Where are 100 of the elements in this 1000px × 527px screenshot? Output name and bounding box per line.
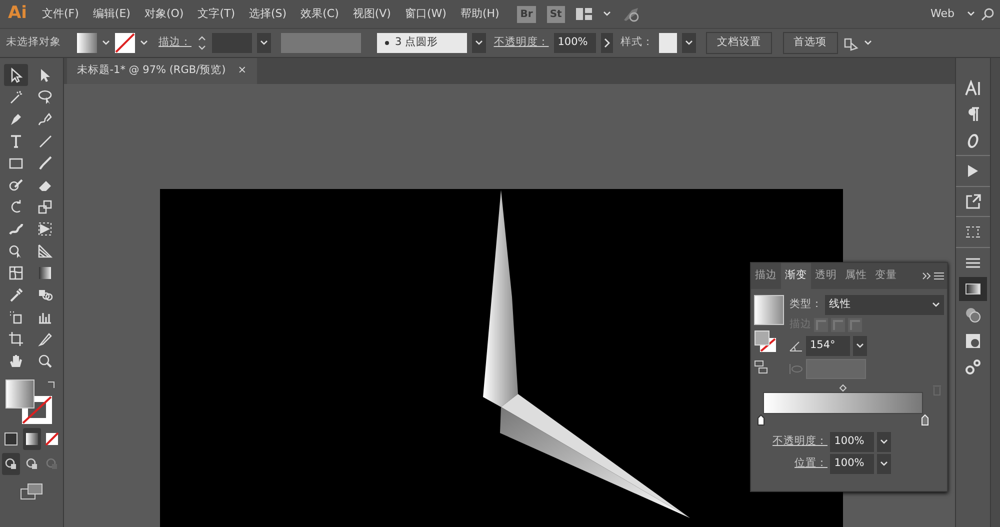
stop-opacity-dropdown[interactable] <box>877 432 891 452</box>
panel-tab[interactable]: 属性 <box>841 263 871 289</box>
chevron-icon[interactable] <box>600 33 613 53</box>
stop-opacity-field[interactable]: 100% <box>830 432 874 452</box>
caret-icon[interactable] <box>967 11 975 17</box>
opacity-label[interactable]: 不透明度： <box>494 35 549 51</box>
gradient-mode-icon <box>24 431 40 448</box>
caret-icon[interactable] <box>880 438 888 444</box>
caret-icon[interactable] <box>475 40 483 46</box>
panel-tab[interactable]: 透明 <box>811 263 841 289</box>
stroke-gradient-icon <box>848 318 862 332</box>
menu-item[interactable]: 帮助(H) <box>453 6 506 22</box>
caret-icon[interactable] <box>602 11 611 17</box>
brush-caret[interactable] <box>472 33 486 53</box>
panel-tab[interactable]: 描边 <box>751 263 781 289</box>
export-icon <box>964 192 982 210</box>
caret-icon[interactable] <box>684 40 692 46</box>
stop-location-field[interactable]: 100% <box>830 454 874 474</box>
style-dropdown[interactable] <box>682 33 696 53</box>
dot-icon <box>385 41 389 45</box>
menu-item[interactable]: 编辑(E) <box>86 6 138 22</box>
gradient-type-value: 线性 <box>829 296 851 312</box>
color-mode-icon <box>2 431 19 448</box>
symbols-icon <box>964 332 982 350</box>
layout-icon[interactable] <box>576 8 592 20</box>
reverse-gradient-icon[interactable] <box>754 360 768 374</box>
draw-mode-icon <box>4 457 18 471</box>
transparency-icon <box>964 306 982 324</box>
menu-item[interactable]: 窗口(W) <box>398 6 454 22</box>
color-stop[interactable] <box>756 414 764 426</box>
brush-name: 3 点圆形 <box>395 35 438 50</box>
style-swatch[interactable] <box>658 33 676 53</box>
panel-tab[interactable]: 变量 <box>871 263 901 289</box>
spinner-icon[interactable] <box>196 34 206 52</box>
menu-item[interactable]: 效果(C) <box>294 6 346 22</box>
document-tab[interactable]: 未标题-1* @ 97% (RGB/预览) × <box>66 58 256 84</box>
fill-stroke-swatch[interactable] <box>754 330 778 354</box>
magic-wand-icon <box>8 88 24 104</box>
symbol-sprayer-icon <box>8 308 24 324</box>
fill-mode-button[interactable] <box>22 428 40 450</box>
character-icon <box>964 80 982 98</box>
angle-icon <box>789 340 804 352</box>
collapse-icon[interactable] <box>922 272 932 280</box>
angle-dropdown[interactable] <box>852 336 867 356</box>
caret-icon[interactable] <box>260 40 268 46</box>
eyedropper-icon <box>8 286 24 302</box>
aspect-ratio-icon <box>789 362 804 374</box>
type-tool-icon <box>8 132 24 148</box>
artboard-icon <box>8 330 24 346</box>
type-label: 类型： <box>789 296 822 312</box>
brush-dropdown[interactable]: 3 点圆形 <box>377 33 467 53</box>
stroke-label[interactable]: 描边： <box>158 35 192 51</box>
app-button[interactable]: Br <box>517 6 536 22</box>
screen-mode-icon[interactable] <box>20 483 44 501</box>
stop-location-dropdown[interactable] <box>877 454 891 474</box>
search-icon[interactable] <box>980 7 994 21</box>
none-mode-icon <box>44 431 60 448</box>
menu-item[interactable]: 选择(S) <box>242 6 294 22</box>
menu-item[interactable]: 文字(T) <box>190 6 242 22</box>
toolbar-button[interactable]: 文档设置 <box>706 32 772 54</box>
gradient-preview-bar[interactable] <box>762 392 923 414</box>
menu-item[interactable]: 视图(V) <box>346 6 398 22</box>
menu-item[interactable]: 对象(O) <box>137 6 191 22</box>
toolbar-button[interactable]: 首选项 <box>782 32 838 54</box>
close-button[interactable]: × <box>238 63 246 79</box>
panel-tab[interactable]: 渐变 <box>781 263 811 289</box>
free-transform-icon <box>37 220 53 236</box>
stroke-weight-dropdown[interactable] <box>256 33 270 53</box>
panel-button[interactable] <box>959 276 987 300</box>
scale-icon <box>37 198 53 214</box>
caret-icon[interactable] <box>932 302 940 308</box>
caret-icon[interactable] <box>140 40 148 46</box>
gradient-type-select[interactable]: 线性 <box>825 294 944 314</box>
caret-icon[interactable] <box>856 342 864 349</box>
slice-icon <box>37 330 53 346</box>
opacity-field[interactable]: 100% <box>554 33 596 53</box>
angle-field[interactable]: 154° <box>806 336 850 356</box>
document-title: 未标题-1* @ 97% (RGB/预览) <box>76 63 226 78</box>
draw-mode-button[interactable] <box>2 453 20 475</box>
hand-icon <box>8 352 24 368</box>
fill-swatch[interactable] <box>77 33 97 53</box>
menu-icon[interactable] <box>934 272 944 280</box>
app-button[interactable]: St <box>546 6 565 22</box>
caret-icon[interactable] <box>102 40 110 46</box>
selection-status: 未选择对象 <box>6 35 61 50</box>
menu-item[interactable]: 文件(F) <box>34 6 86 22</box>
gear-icon <box>964 358 982 376</box>
location-label: 位置： <box>794 456 828 472</box>
stroke-swatch[interactable] <box>115 33 135 53</box>
midpoint-icon[interactable] <box>838 384 847 392</box>
style-label: 样式： <box>620 35 654 50</box>
gradient-swatch[interactable] <box>754 294 784 324</box>
stroke-gradient-icon <box>830 318 845 332</box>
caret-icon[interactable] <box>864 40 872 46</box>
mesh-icon <box>8 264 24 280</box>
tool-button[interactable] <box>4 64 28 86</box>
workspace-switcher[interactable]: Web <box>924 6 962 22</box>
caret-icon[interactable] <box>880 461 888 468</box>
draw-mode-icon <box>24 457 38 471</box>
gradient-tool-icon <box>37 264 53 280</box>
